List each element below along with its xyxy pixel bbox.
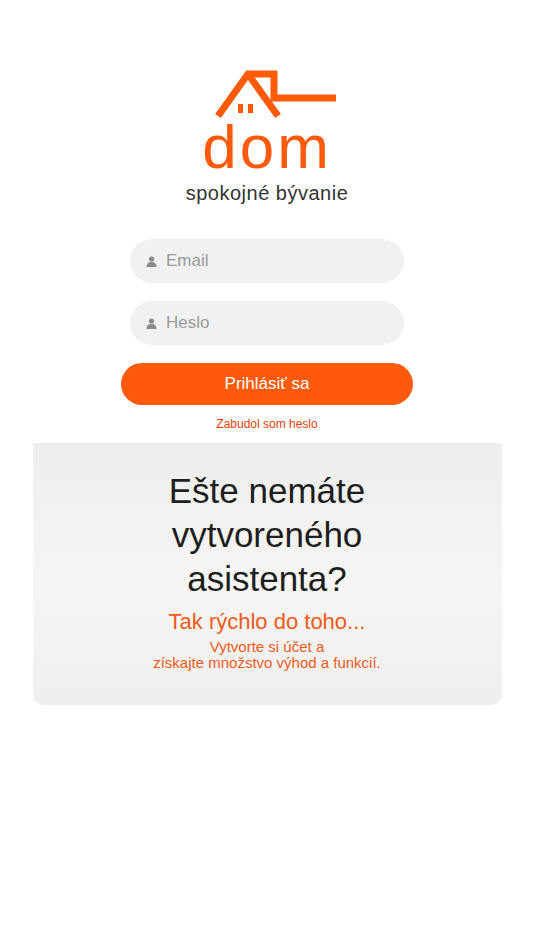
promo-title: Ešte nemátevytvorenéhoasistenta? — [169, 469, 366, 601]
input-field[interactable] — [130, 239, 404, 283]
text-input[interactable] — [166, 251, 388, 271]
logo: dom spokojné bývanie — [186, 68, 349, 205]
person-icon — [146, 256, 157, 267]
login-form: Prihlásiť sa Zabudol som heslo — [121, 239, 413, 431]
login-page: dom spokojné bývanie Prihlásiť sa Zabudol s… — [0, 0, 534, 950]
login-button[interactable]: Prihlásiť sa — [121, 363, 413, 405]
person-icon — [146, 318, 157, 329]
promo-text: Vytvorte si účet azískajte množstvo výho… — [153, 639, 381, 671]
brand-name: dom — [202, 116, 332, 178]
promo-headline: Tak rýchlo do toho... — [169, 609, 366, 635]
brand-tagline: spokojné bývanie — [186, 182, 349, 205]
promo-banner[interactable]: Ešte nemátevytvorenéhoasistenta? Tak rých… — [33, 443, 502, 705]
text-input[interactable] — [166, 313, 388, 333]
house-roof-icon — [214, 68, 340, 120]
input-field[interactable] — [130, 301, 404, 345]
forgot-password-link[interactable]: Zabudol som heslo — [216, 417, 317, 431]
